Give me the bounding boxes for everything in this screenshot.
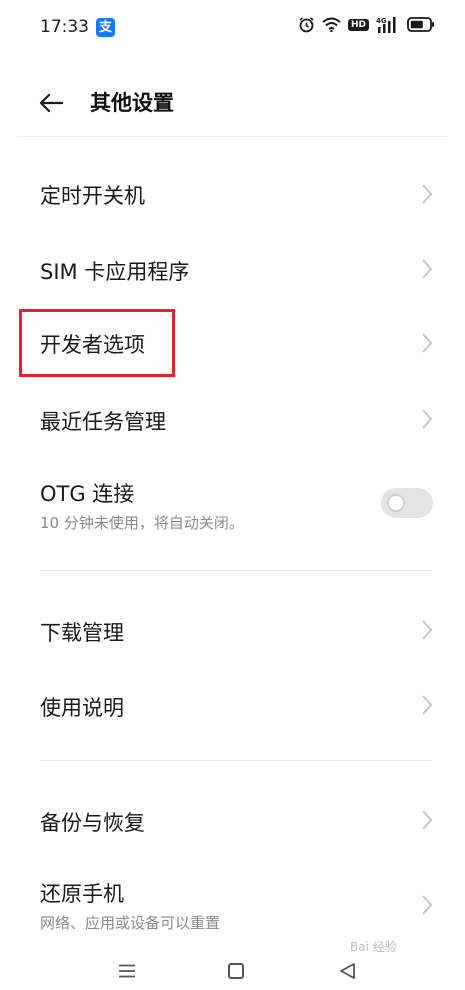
row-label: 最近任务管理: [40, 410, 166, 434]
back-triangle-icon[interactable]: [338, 962, 356, 980]
page-header: 其他设置: [0, 70, 465, 136]
chevron-right-icon: [422, 810, 433, 830]
alarm-icon: [299, 17, 314, 33]
chevron-right-icon: [422, 895, 433, 915]
row-label: 下载管理: [40, 621, 124, 645]
otg-toggle[interactable]: [381, 488, 433, 518]
toggle-knob: [387, 494, 405, 512]
row-subtitle: 网络、应用或设备可以重置: [40, 914, 221, 932]
chevron-right-icon: [422, 409, 433, 429]
signal-icon: 4G: [376, 17, 396, 33]
status-time: 17:33: [40, 17, 89, 37]
row-label: 备份与恢复: [40, 811, 145, 835]
row-subtitle: 10 分钟未使用，将自动关闭。: [40, 514, 244, 532]
status-icons: HD 4G: [298, 16, 435, 33]
row-reset-phone[interactable]: 还原手机 网络、应用或设备可以重置: [0, 858, 465, 938]
row-download-manager[interactable]: 下载管理: [0, 593, 465, 667]
row-sim-app[interactable]: SIM 卡应用程序: [0, 232, 465, 306]
menu-icon[interactable]: [118, 964, 136, 978]
back-arrow-icon[interactable]: [36, 88, 66, 118]
chevron-right-icon: [422, 259, 433, 279]
row-user-guide[interactable]: 使用说明: [0, 668, 465, 742]
home-icon[interactable]: [228, 963, 244, 979]
chevron-right-icon: [422, 184, 433, 204]
row-label: 定时开关机: [40, 184, 145, 208]
row-timed-power[interactable]: 定时开关机: [0, 158, 465, 230]
chevron-right-icon: [422, 620, 433, 640]
section-divider: [40, 760, 432, 761]
highlight-box: [19, 309, 175, 377]
wifi-icon: [322, 17, 341, 32]
row-backup-restore[interactable]: 备份与恢复: [0, 783, 465, 857]
chevron-right-icon: [422, 333, 433, 353]
network-type: 4G: [376, 17, 387, 25]
status-bar: 17:33 支 HD 4G: [0, 0, 465, 56]
row-label: 使用说明: [40, 696, 124, 720]
header-divider: [18, 136, 447, 137]
hd-icon: HD: [347, 18, 369, 31]
battery-icon: [407, 17, 434, 32]
page-title: 其他设置: [90, 91, 174, 115]
row-label: OTG 连接: [40, 482, 135, 506]
alipay-icon: 支: [96, 18, 115, 37]
row-label: 还原手机: [40, 882, 124, 906]
row-label: SIM 卡应用程序: [40, 260, 190, 284]
section-divider: [40, 570, 432, 571]
row-recent-tasks[interactable]: 最近任务管理: [0, 382, 465, 456]
chevron-right-icon: [422, 695, 433, 715]
navigation-bar: [0, 950, 465, 990]
